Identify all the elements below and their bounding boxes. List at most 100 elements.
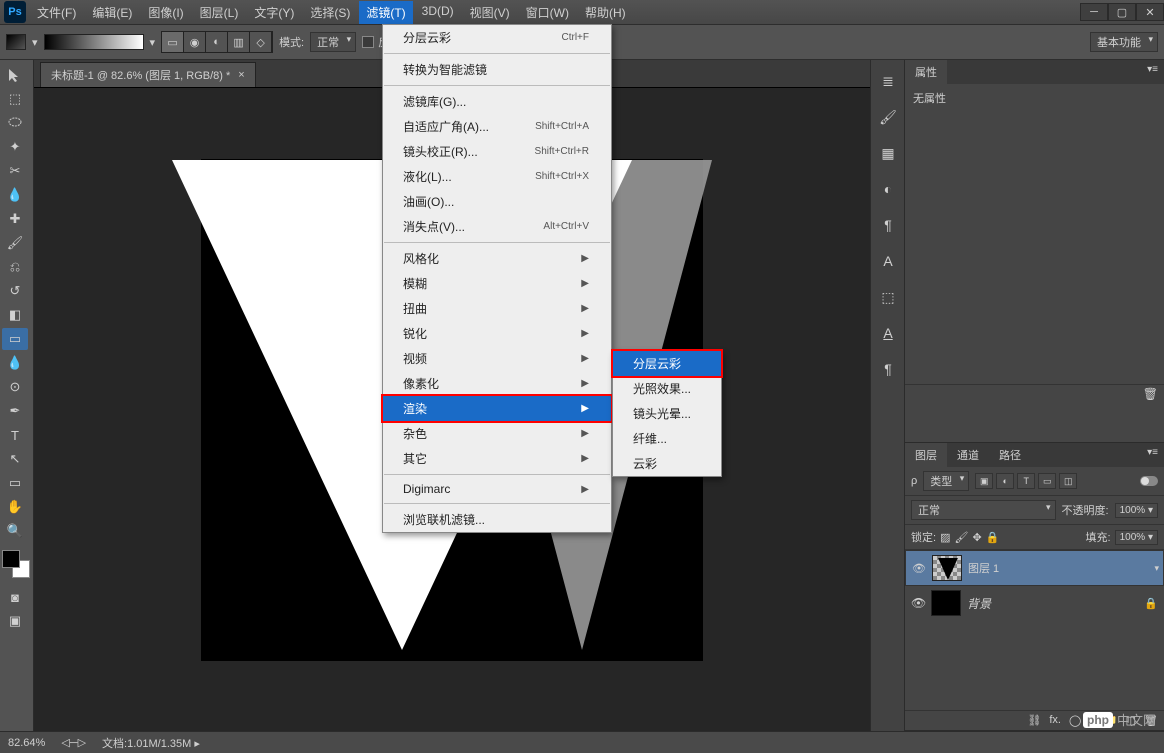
minimize-button[interactable]: ─: [1080, 3, 1108, 21]
opacity-input[interactable]: 100% ▾: [1115, 503, 1158, 518]
panel-menu-icon[interactable]: ▾≡: [1141, 60, 1164, 84]
menu-item-liquify[interactable]: 液化(L)...Shift+Ctrl+X: [383, 164, 611, 189]
pen-tool-icon[interactable]: ✒: [2, 400, 28, 422]
type-tool-icon[interactable]: T: [2, 424, 28, 446]
brushes-panel-icon[interactable]: 🖌: [875, 104, 901, 130]
visibility-icon[interactable]: 👁: [912, 562, 926, 575]
menu-filter[interactable]: 滤镜(T): [359, 1, 412, 24]
history-panel-icon[interactable]: ≣: [875, 68, 901, 94]
mask-icon[interactable]: ◯: [1069, 714, 1081, 727]
menu-item-lens-flare[interactable]: 镜头光晕...: [613, 401, 721, 426]
menu-view[interactable]: 视图(V): [463, 1, 517, 24]
menu-item-lens[interactable]: 镜头校正(R)...Shift+Ctrl+R: [383, 139, 611, 164]
menu-3d[interactable]: 3D(D): [415, 1, 461, 24]
fx-icon[interactable]: fx.: [1049, 714, 1061, 727]
blend-mode-select[interactable]: 正常: [911, 500, 1056, 520]
heal-tool-icon[interactable]: ✚: [2, 208, 28, 230]
menu-select[interactable]: 选择(S): [303, 1, 357, 24]
close-button[interactable]: ✕: [1136, 3, 1164, 21]
workspace-select[interactable]: 基本功能: [1090, 32, 1158, 52]
hand-tool-icon[interactable]: ✋: [2, 496, 28, 518]
menu-item-clouds[interactable]: 云彩: [613, 451, 721, 476]
menu-file[interactable]: 文件(F): [30, 1, 83, 24]
document-tab[interactable]: 未标题-1 @ 82.6% (图层 1, RGB/8) * ×: [40, 62, 256, 87]
stamp-tool-icon[interactable]: ⎌: [2, 256, 28, 278]
menu-item-distort[interactable]: 扭曲▶: [383, 296, 611, 321]
fg-bg-colors[interactable]: [2, 550, 30, 578]
menu-item-blur[interactable]: 模糊▶: [383, 271, 611, 296]
gradient-linear-icon[interactable]: ▭: [162, 32, 184, 52]
menu-item-sharpen[interactable]: 锐化▶: [383, 321, 611, 346]
kind-smart-icon[interactable]: ◫: [1059, 473, 1077, 489]
tab-layers[interactable]: 图层: [905, 443, 947, 467]
lock-pos-icon[interactable]: ✥: [972, 531, 981, 544]
wand-tool-icon[interactable]: ✦: [2, 136, 28, 158]
menu-item-diff-clouds[interactable]: 分层云彩: [613, 351, 721, 376]
dropdown-arrow-icon[interactable]: ▾: [150, 36, 156, 49]
zoom-tool-icon[interactable]: 🔍: [2, 520, 28, 542]
menu-layer[interactable]: 图层(L): [193, 1, 246, 24]
lasso-tool-icon[interactable]: [2, 112, 28, 134]
marquee-tool-icon[interactable]: ⬚: [2, 88, 28, 110]
3d-panel-icon[interactable]: ⬚: [875, 284, 901, 310]
styles-panel-icon[interactable]: ◐: [875, 176, 901, 202]
menu-item-digimarc[interactable]: Digimarc▶: [383, 478, 611, 500]
gradient-preview[interactable]: [44, 34, 144, 50]
tab-close-icon[interactable]: ×: [238, 69, 244, 81]
path-select-tool-icon[interactable]: ↖: [2, 448, 28, 470]
layer-name[interactable]: 图层 1: [968, 560, 999, 576]
kind-shape-icon[interactable]: ▭: [1038, 473, 1056, 489]
menu-item-last-filter[interactable]: 分层云彩Ctrl+F: [383, 25, 611, 50]
shape-tool-icon[interactable]: ▭: [2, 472, 28, 494]
menu-item-other[interactable]: 其它▶: [383, 446, 611, 471]
menu-item-fibers[interactable]: 纤维...: [613, 426, 721, 451]
filter-toggle[interactable]: [1140, 476, 1158, 486]
visibility-icon[interactable]: 👁: [911, 596, 925, 610]
gradient-reflected-icon[interactable]: ▥: [228, 32, 250, 52]
swatches-panel-icon[interactable]: ▦: [875, 140, 901, 166]
tab-paths[interactable]: 路径: [989, 443, 1031, 467]
kind-adjust-icon[interactable]: ◐: [996, 473, 1014, 489]
menu-item-noise[interactable]: 杂色▶: [383, 421, 611, 446]
menu-item-vanish[interactable]: 消失点(V)...Alt+Ctrl+V: [383, 214, 611, 239]
brush-tool-icon[interactable]: 🖌: [2, 232, 28, 254]
layer-filter-select[interactable]: 类型: [923, 471, 969, 491]
tool-preset-icon[interactable]: [6, 34, 26, 50]
tab-properties[interactable]: 属性: [905, 60, 947, 84]
fill-input[interactable]: 100% ▾: [1115, 530, 1158, 545]
history-brush-tool-icon[interactable]: ↺: [2, 280, 28, 302]
menu-item-stylize[interactable]: 风格化▶: [383, 246, 611, 271]
doc-info[interactable]: 文档:1.01M/1.35M ▸: [102, 735, 200, 751]
scrubber-icon[interactable]: ◁─▷: [61, 736, 86, 749]
mode-select[interactable]: 正常: [310, 32, 356, 52]
menu-item-convert-smart[interactable]: 转换为智能滤镜: [383, 57, 611, 82]
menu-item-render[interactable]: 渲染▶: [383, 396, 611, 421]
menu-item-adaptive[interactable]: 自适应广角(A)...Shift+Ctrl+A: [383, 114, 611, 139]
crop-tool-icon[interactable]: ✂: [2, 160, 28, 182]
menu-image[interactable]: 图像(I): [141, 1, 190, 24]
gradient-radial-icon[interactable]: ◉: [184, 32, 206, 52]
kind-pixel-icon[interactable]: ▣: [975, 473, 993, 489]
lock-pixel-icon[interactable]: 🖌: [954, 531, 968, 544]
dropdown-arrow-icon[interactable]: ▾: [32, 36, 38, 49]
layer-row[interactable]: 👁 背景 🔒: [905, 586, 1164, 620]
menu-item-oil[interactable]: 油画(O)...: [383, 189, 611, 214]
zoom-display[interactable]: 82.64%: [8, 737, 45, 749]
info-panel-icon[interactable]: ¶: [875, 356, 901, 382]
layer-name[interactable]: 背景: [967, 595, 991, 612]
trash-icon[interactable]: 🗑: [1143, 387, 1158, 401]
blur-tool-icon[interactable]: 💧: [2, 352, 28, 374]
menu-type[interactable]: 文字(Y): [247, 1, 301, 24]
menu-item-pixelate[interactable]: 像素化▶: [383, 371, 611, 396]
paragraph-panel-icon[interactable]: ¶: [875, 212, 901, 238]
menu-help[interactable]: 帮助(H): [578, 1, 633, 24]
menu-edit[interactable]: 编辑(E): [85, 1, 139, 24]
move-tool-icon[interactable]: [2, 64, 28, 86]
maximize-button[interactable]: ▢: [1108, 3, 1136, 21]
character-panel-icon[interactable]: A: [875, 248, 901, 274]
menu-item-gallery[interactable]: 滤镜库(G)...: [383, 89, 611, 114]
gradient-diamond-icon[interactable]: ◇: [250, 32, 272, 52]
panel-menu-icon[interactable]: ▾≡: [1141, 443, 1164, 467]
lock-all-icon[interactable]: 🔒: [986, 531, 1000, 544]
gradient-tool-icon[interactable]: ▭: [2, 328, 28, 350]
